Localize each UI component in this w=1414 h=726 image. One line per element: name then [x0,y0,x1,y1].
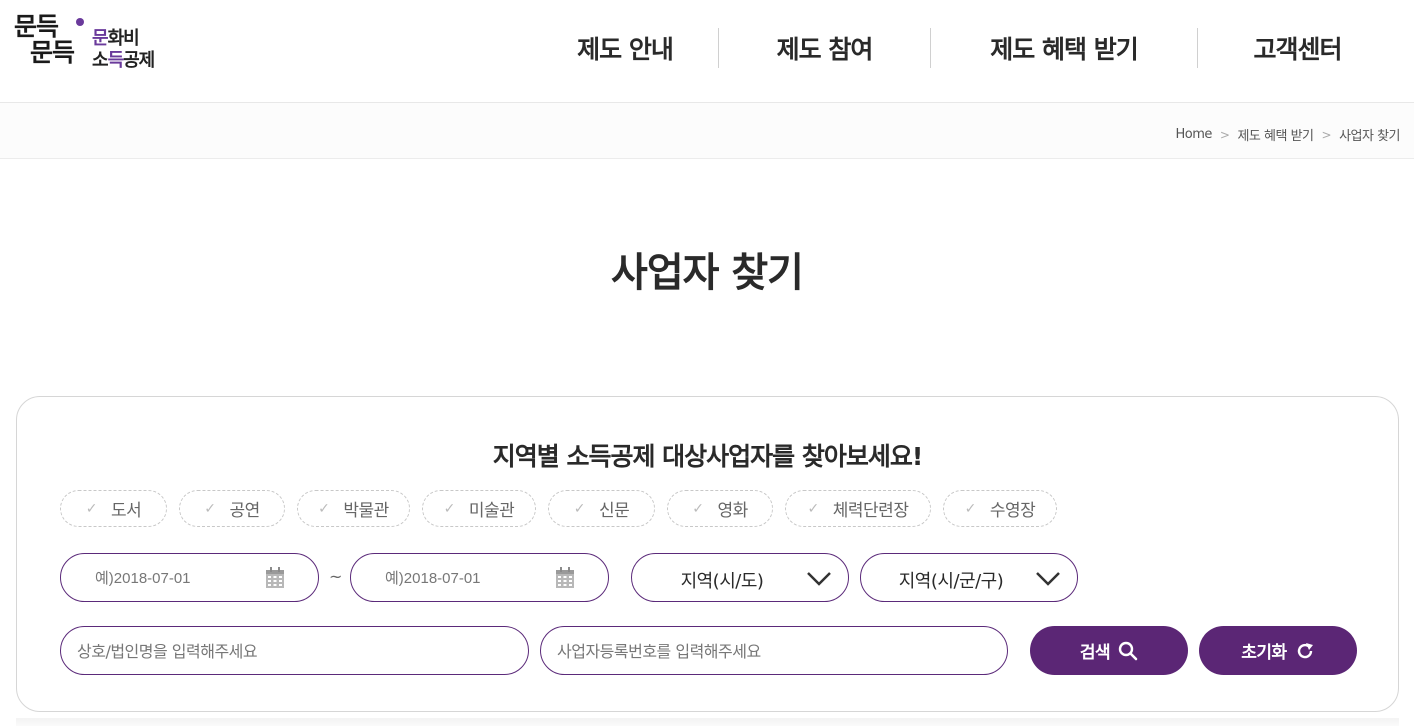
date-from-field [60,553,319,602]
calendar-icon[interactable] [265,567,285,589]
check-icon: ✓ [204,500,216,517]
logo-text-rest-1: 화비 [107,28,140,49]
date-to-input[interactable] [385,566,545,590]
breadcrumb-current: 사업자 찾기 [1339,129,1400,144]
nav-item-program-guide[interactable]: 제도 안내 [532,28,718,68]
breadcrumb-benefits[interactable]: 제도 혜택 받기 [1237,125,1314,144]
category-label: 체력단련장 [832,501,909,521]
nav-item-participation[interactable]: 제도 참여 [719,28,930,68]
category-label: 영화 [717,501,748,521]
check-icon: ✓ [964,500,977,517]
chevron-down-icon [807,572,831,586]
breadcrumb-home[interactable]: Home [1176,127,1213,142]
breadcrumb: Home > 제도 혜택 받기 > 사업자 찾기 [1176,125,1401,144]
category-movie[interactable]: ✓ 영화 [667,490,773,527]
chevron-down-icon [1036,572,1060,586]
check-icon: ✓ [807,500,820,517]
check-icon: ✓ [573,500,586,517]
category-filters: ✓ 도서 ✓ 공연 ✓ 박물관 ✓ 미술관 ✓ 신문 ✓ 영화 ✓ 체력단련장 ✓ 수영장 [60,490,1069,527]
region-sido-value: 지역(시/도) [680,571,764,592]
check-icon: ✓ [85,500,98,517]
search-icon [1118,641,1138,660]
logo-text-rest-2: 공제 [123,50,155,71]
logo-mark: 문득 문득 [14,12,75,67]
category-newspaper[interactable]: ✓ 신문 [548,490,655,527]
category-label: 박물관 [343,501,389,521]
date-to-field [350,553,609,602]
category-performance[interactable]: ✓ 공연 [179,490,285,527]
region-sido-select[interactable]: 지역(시/도) [631,553,849,602]
reset-button-label: 초기화 [1241,643,1287,663]
category-label: 신문 [598,501,630,521]
category-label: 도서 [110,501,142,521]
business-name-field [60,626,529,675]
reset-button[interactable]: 초기화 [1199,626,1357,675]
search-panel: 지역별 소득공제 대상사업자를 찾아보세요! ✓ 도서 ✓ 공연 ✓ 박물관 ✓ 미술관… [16,396,1399,712]
nav-item-benefits[interactable]: 제도 혜택 받기 [931,28,1197,68]
refresh-icon [1297,642,1313,658]
search-heading: 지역별 소득공제 대상사업자를 찾아보세요! [492,442,924,471]
check-icon: ✓ [318,500,330,517]
search-button[interactable]: 검색 [1030,626,1188,675]
site-header: 문득 문득 문화비 소득공제 제도 안내 제도 참여 제도 혜택 받기 고객센터 [0,0,1414,103]
calendar-icon[interactable] [555,567,575,589]
search-button-label: 검색 [1079,643,1111,663]
breadcrumb-separator-icon: > [1219,127,1230,142]
logo-text-highlight-2: 득 [107,50,125,71]
category-art-gallery[interactable]: ✓ 미술관 [422,490,536,527]
category-swimming-pool[interactable]: ✓ 수영장 [943,490,1057,527]
business-number-input[interactable] [557,639,977,663]
business-name-input[interactable] [77,639,497,663]
logo-dot-icon [76,18,84,26]
logo-text-highlight-1: 문 [92,28,109,49]
category-books[interactable]: ✓ 도서 [60,490,167,527]
category-label: 수영장 [989,501,1036,521]
region-sigungu-value: 지역(시/군/구) [898,571,1004,592]
category-museum[interactable]: ✓ 박물관 [297,490,410,527]
category-label: 미술관 [468,501,515,521]
panel-bottom-edge [16,718,1399,726]
page-title: 사업자 찾기 [611,250,804,296]
logo-mark-line1: 문득 [14,12,59,41]
category-label: 공연 [229,501,260,521]
breadcrumb-separator-icon: > [1321,127,1332,142]
category-fitness[interactable]: ✓ 체력단련장 [785,490,931,527]
site-logo[interactable]: 문득 문득 문화비 소득공제 [14,14,174,78]
logo-text-pre-2: 소 [92,50,109,71]
check-icon: ✓ [443,500,456,517]
date-range-separator: ~ [329,567,343,586]
region-sigungu-select[interactable]: 지역(시/군/구) [860,553,1078,602]
business-number-field [540,626,1008,675]
nav-item-customer-center[interactable]: 고객센터 [1198,28,1397,68]
breadcrumb-bar: Home > 제도 혜택 받기 > 사업자 찾기 [0,103,1414,159]
logo-text: 문화비 소득공제 [92,28,155,72]
check-icon: ✓ [692,500,704,517]
logo-mark-line2: 문득 [30,38,75,67]
main-nav: 제도 안내 제도 참여 제도 혜택 받기 고객센터 [532,28,1397,68]
date-from-input[interactable] [95,566,255,590]
